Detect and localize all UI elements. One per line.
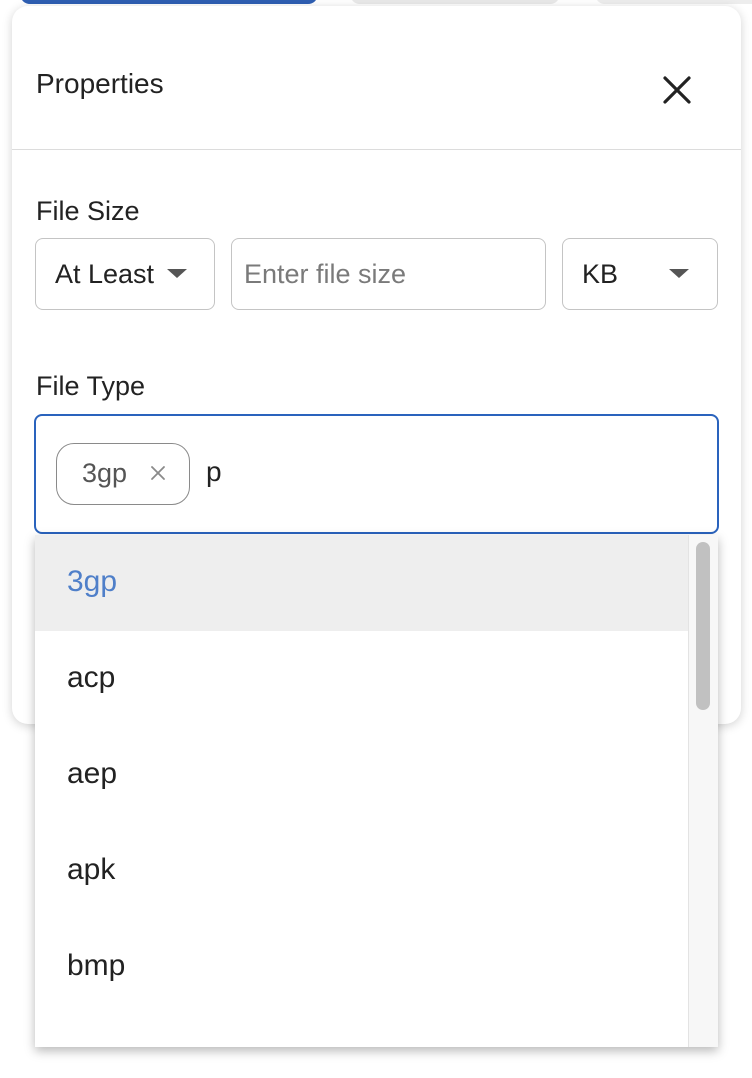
dropdown-option[interactable]: acp xyxy=(35,631,688,727)
file-type-select[interactable]: 3gp xyxy=(34,414,719,534)
option-label: acp xyxy=(67,661,116,694)
option-label: apk xyxy=(67,853,116,886)
option-label: bmp xyxy=(67,949,126,982)
option-label: 3gp xyxy=(67,565,118,598)
dropdown-scrollbar-thumb[interactable] xyxy=(696,542,710,710)
chevron-down-icon xyxy=(669,269,689,278)
tab-secondary[interactable] xyxy=(350,0,560,4)
file-type-search-input[interactable] xyxy=(206,450,686,494)
chevron-down-icon xyxy=(167,269,187,278)
file-size-label: File Size xyxy=(36,196,140,226)
size-unit-select[interactable]: KB xyxy=(562,238,718,310)
file-size-input[interactable] xyxy=(231,238,546,310)
file-type-label: File Type xyxy=(36,371,146,401)
size-comparison-value: At Least xyxy=(55,259,155,289)
dropdown-option[interactable]: apk xyxy=(35,823,688,919)
panel-title: Properties xyxy=(36,68,164,99)
close-icon xyxy=(663,76,691,104)
active-tab-indicator[interactable] xyxy=(20,0,318,4)
size-comparison-select[interactable]: At Least xyxy=(35,238,215,310)
dropdown-option[interactable]: 3gp xyxy=(35,535,688,631)
dropdown-option[interactable]: bmp xyxy=(35,919,688,1015)
option-label: aep xyxy=(67,757,118,790)
chip-label: 3gp xyxy=(82,458,128,488)
tab-tertiary[interactable] xyxy=(595,0,752,4)
dropdown-option[interactable]: aep xyxy=(35,727,688,823)
size-unit-value: KB xyxy=(582,259,619,289)
file-type-dropdown: 3gp acp aep apk bmp xyxy=(35,535,718,1047)
panel-header: Properties xyxy=(12,6,741,150)
chip-remove-icon[interactable] xyxy=(149,464,167,482)
close-button[interactable] xyxy=(657,70,697,110)
file-type-chip: 3gp xyxy=(56,443,190,505)
